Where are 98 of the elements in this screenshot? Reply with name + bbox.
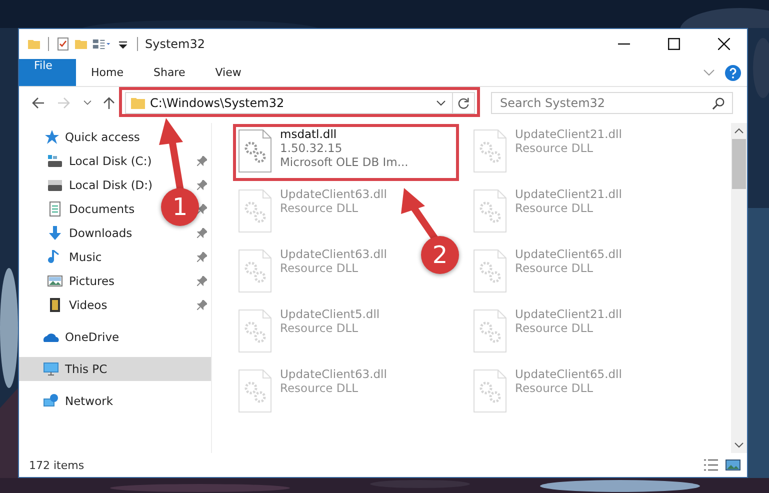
ribbon-tab[interactable]: Home xyxy=(76,59,138,86)
file-tab[interactable]: File xyxy=(19,59,76,86)
dll-file-icon xyxy=(473,249,507,293)
dll-file-icon xyxy=(473,369,507,413)
pin-icon[interactable] xyxy=(197,252,207,262)
sidebar-item[interactable]: Local Disk (C:) xyxy=(19,149,157,173)
star-icon xyxy=(43,129,59,145)
sidebar-label: Network xyxy=(65,394,114,408)
up-arrow-icon[interactable] xyxy=(102,96,116,110)
sidebar-item[interactable]: Downloads xyxy=(19,221,157,245)
large-icons-view-icon[interactable] xyxy=(725,459,741,471)
network-icon xyxy=(43,393,59,409)
dll-file-icon xyxy=(473,129,507,173)
properties-icon[interactable] xyxy=(56,37,70,51)
sidebar-label: Documents xyxy=(69,202,135,216)
dll-file-icon xyxy=(238,189,272,233)
details-view-icon[interactable] xyxy=(703,459,719,471)
film-icon xyxy=(47,297,63,313)
file-name: UpdateClient63.dll xyxy=(280,367,387,381)
download-icon xyxy=(47,225,63,241)
drive-icon xyxy=(47,153,63,169)
help-icon[interactable] xyxy=(725,64,741,80)
file-version: 1.50.32.15 xyxy=(280,141,344,155)
sidebar-item[interactable]: Videos xyxy=(19,293,157,317)
computer-icon xyxy=(43,361,59,377)
sidebar-item[interactable]: This PC xyxy=(19,357,211,381)
pin-icon[interactable] xyxy=(197,156,207,166)
ribbon-tab[interactable]: Share xyxy=(138,59,200,86)
dll-file-icon xyxy=(238,249,272,293)
sidebar-item[interactable]: Documents xyxy=(19,197,157,221)
address-bar[interactable]: C:\Windows\System32 xyxy=(125,92,475,114)
layout-icon[interactable] xyxy=(92,37,112,51)
dropdown-icon[interactable] xyxy=(436,100,446,106)
refresh-icon xyxy=(457,96,470,110)
dll-file-icon xyxy=(238,309,272,353)
address-path: C:\Windows\System32 xyxy=(150,96,286,110)
file-name: UpdateClient21.dll xyxy=(515,127,622,141)
recent-locations-icon[interactable] xyxy=(83,100,92,106)
close-icon xyxy=(718,38,730,50)
picture-icon xyxy=(47,273,63,289)
drive-icon xyxy=(47,177,63,193)
file-name: UpdateClient5.dll xyxy=(280,307,380,321)
sidebar-item[interactable]: Quick access xyxy=(19,125,157,149)
back-arrow-icon[interactable] xyxy=(31,96,45,110)
file-description: Resource DLL xyxy=(515,321,594,335)
sidebar-label: Downloads xyxy=(69,226,132,240)
sidebar-item[interactable]: Music xyxy=(19,245,157,269)
sidebar-label: Quick access xyxy=(65,130,140,144)
sidebar-label: This PC xyxy=(65,362,108,376)
file-name: UpdateClient63.dll xyxy=(280,187,387,201)
file-description: Resource DLL xyxy=(515,381,594,395)
sidebar-label: Local Disk (D:) xyxy=(69,178,153,192)
maximize-icon xyxy=(668,38,680,50)
sidebar-item[interactable]: OneDrive xyxy=(19,325,157,349)
file-description: Microsoft OLE DB Im... xyxy=(280,155,408,169)
file-name: UpdateClient21.dll xyxy=(515,307,622,321)
sidebar-label: Local Disk (C:) xyxy=(69,154,152,168)
document-icon xyxy=(47,201,63,217)
file-item[interactable]: msdatl.dll 1.50.32.15 Microsoft OLE DB Im... xyxy=(238,127,412,173)
minimize-icon xyxy=(618,43,630,45)
pin-icon[interactable] xyxy=(197,228,207,238)
file-description: Resource DLL xyxy=(515,261,594,275)
dll-file-icon xyxy=(473,189,507,233)
dll-file-icon xyxy=(238,129,272,173)
sidebar-item[interactable]: Local Disk (D:) xyxy=(19,173,157,197)
ribbon-tab[interactable]: View xyxy=(200,59,256,86)
dll-file-icon xyxy=(473,309,507,353)
scroll-up-icon[interactable] xyxy=(734,128,744,134)
sidebar-label: Pictures xyxy=(69,274,115,288)
pin-icon[interactable] xyxy=(197,180,207,190)
dll-file-icon xyxy=(238,369,272,413)
search-field[interactable]: Search System32 xyxy=(491,92,733,114)
item-count: 172 items xyxy=(29,458,84,472)
scroll-down-icon[interactable] xyxy=(734,442,744,448)
pin-icon[interactable] xyxy=(197,300,207,310)
file-name: UpdateClient21.dll xyxy=(515,187,622,201)
sidebar-label: OneDrive xyxy=(65,330,120,344)
file-name: UpdateClient63.dll xyxy=(280,247,387,261)
file-name: msdatl.dll xyxy=(280,127,338,141)
scrollbar-thumb[interactable] xyxy=(732,139,746,189)
file-description: Resource DLL xyxy=(280,201,360,215)
file-description: Resource DLL xyxy=(280,381,360,395)
search-icon[interactable] xyxy=(712,97,725,110)
window-title: System32 xyxy=(145,37,206,51)
pin-icon[interactable] xyxy=(197,276,207,286)
sidebar-label: Videos xyxy=(69,298,108,312)
sidebar-label: Music xyxy=(69,250,102,264)
file-description: Resource DLL xyxy=(515,201,594,215)
pin-icon[interactable] xyxy=(197,204,207,214)
file-name: UpdateClient65.dll xyxy=(515,367,622,381)
sidebar-item[interactable]: Pictures xyxy=(19,269,157,293)
folder-icon xyxy=(130,96,146,110)
file-description: Resource DLL xyxy=(515,141,594,155)
expand-ribbon-icon[interactable] xyxy=(703,69,715,76)
sidebar-item[interactable]: Network xyxy=(19,389,157,413)
file-description: Resource DLL xyxy=(280,261,360,275)
file-name: UpdateClient65.dll xyxy=(515,247,622,261)
file-description: Resource DLL xyxy=(280,321,360,335)
